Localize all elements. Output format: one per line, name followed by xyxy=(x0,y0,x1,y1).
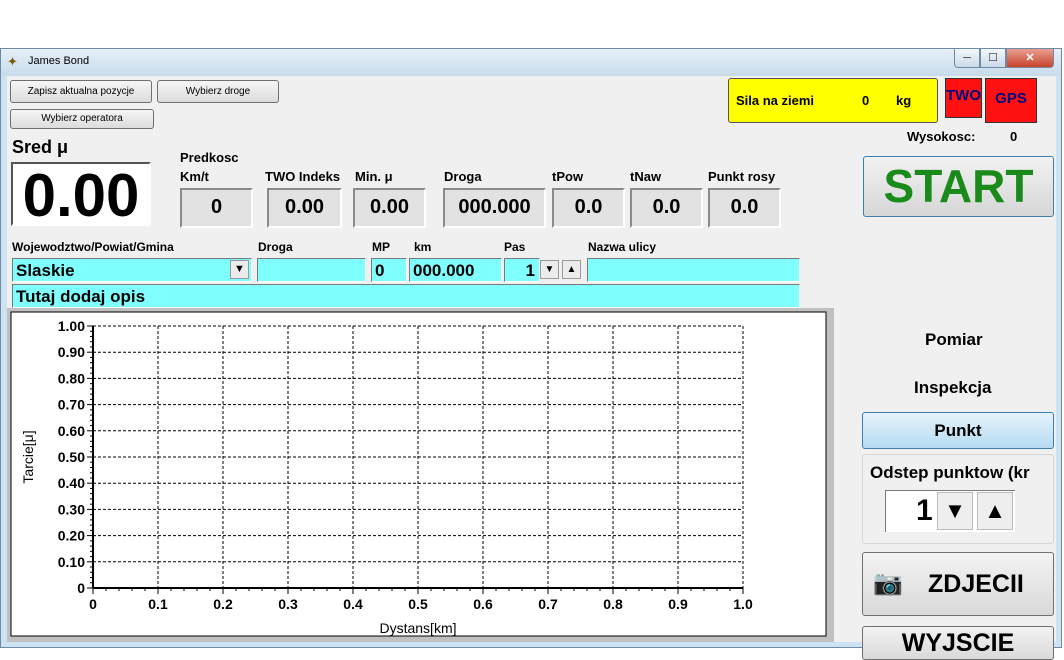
y-tick-label: 0.30 xyxy=(58,501,85,517)
y-tick-label: 0.70 xyxy=(58,397,85,413)
y-tick-label: 0.60 xyxy=(58,423,85,439)
region-dropdown-icon[interactable]: ▼ xyxy=(230,260,249,279)
ground-force-label: Sila na ziemi xyxy=(736,93,815,108)
street-label: Nazwa ulicy xyxy=(588,240,657,254)
ground-force-unit: kg xyxy=(896,93,912,108)
min-mu-label: Min. μ xyxy=(355,169,393,184)
choose-road-button[interactable]: Wybierz droge xyxy=(157,80,279,103)
region-select[interactable]: Slaskie xyxy=(12,258,252,282)
y-tick-label: 0.20 xyxy=(58,528,85,544)
x-tick-label: 0.8 xyxy=(603,596,623,612)
y-tick-label: 0 xyxy=(77,580,85,596)
x-tick-label: 0.5 xyxy=(408,596,428,612)
x-tick-label: 0 xyxy=(89,596,97,612)
spacing-label: Odstep punktow (kr xyxy=(870,463,1030,482)
choose-operator-button[interactable]: Wybierz operatora xyxy=(10,109,154,129)
app-icon: ✦ xyxy=(7,54,18,69)
distance-label: Droga xyxy=(444,169,482,184)
y-tick-label: 0.80 xyxy=(58,370,85,386)
two-index-value: 0.00 xyxy=(267,188,342,228)
region-select-value: Slaskie xyxy=(16,261,75,280)
two-index-label: TWO Indeks xyxy=(265,169,341,184)
ground-force-panel: Sila na ziemi 0 kg xyxy=(728,78,938,123)
speed-label-line1: Predkosc xyxy=(180,150,239,165)
title-bar: ✦ James Bond ─ ☐ ✕ xyxy=(1,49,1061,76)
y-tick-label: 0.90 xyxy=(58,344,85,360)
spacing-group: Odstep punktow (kr 1 ▼ ▲ xyxy=(862,454,1054,544)
road-label: Droga xyxy=(258,240,293,254)
lane-input[interactable]: 1 xyxy=(504,258,540,282)
photo-button[interactable]: 📷 ZDJECII xyxy=(862,552,1054,616)
x-axis-label: Dystans[km] xyxy=(379,620,456,636)
x-tick-label: 0.4 xyxy=(343,596,363,612)
road-input[interactable] xyxy=(257,258,366,282)
y-axis-label: Tarcie[μ] xyxy=(20,430,36,483)
sred-mu-label: Sred μ xyxy=(12,137,69,157)
km-label: km xyxy=(414,240,432,254)
app-window: ✦ James Bond ─ ☐ ✕ Zapisz aktualna pozyc… xyxy=(0,48,1062,660)
maximize-button[interactable]: ☐ xyxy=(980,49,1006,68)
y-tick-label: 0.50 xyxy=(58,449,85,465)
altitude-label: Wysokosc: xyxy=(907,129,976,144)
photo-button-label: ZDJECII xyxy=(928,570,1024,598)
y-tick-label: 0.10 xyxy=(58,554,85,570)
x-tick-label: 1.0 xyxy=(733,596,753,612)
chart-panel: 0 0.1 0.2 0.3 0.4 0.5 0.6 0.7 0.8 0.9 1.0 0 0.10 0.20… xyxy=(7,308,834,642)
lane-label: Pas xyxy=(504,240,526,254)
spacing-up-icon[interactable]: ▲ xyxy=(977,492,1013,530)
dew-point-label: Punkt rosy xyxy=(708,169,776,184)
distance-value: 000.000 xyxy=(443,188,546,228)
y-tick-label: 1.00 xyxy=(58,318,85,334)
x-tick-label: 0.6 xyxy=(473,596,493,612)
ground-force-value: 0 xyxy=(862,93,870,108)
sred-mu-value: 0.00 xyxy=(11,162,151,228)
tpow-label: tPow xyxy=(552,169,584,184)
x-tick-label: 0.1 xyxy=(148,596,168,612)
save-position-button[interactable]: Zapisz aktualna pozycje xyxy=(10,80,152,103)
exit-button[interactable]: WYJSCIE xyxy=(862,626,1054,660)
two-status-button[interactable]: TWO xyxy=(945,78,982,118)
tnaw-label: tNaw xyxy=(630,169,662,184)
camera-icon: 📷 xyxy=(873,570,903,597)
x-tick-label: 0.3 xyxy=(278,596,298,612)
x-tick-label: 0.9 xyxy=(668,596,688,612)
altitude-value: 0 xyxy=(1010,129,1018,144)
tnaw-value: 0.0 xyxy=(630,188,703,228)
x-tick-label: 0.7 xyxy=(538,596,558,612)
inspekcja-label: Inspekcja xyxy=(914,378,992,397)
speed-label-line2: Km/t xyxy=(180,169,209,184)
gps-status-button[interactable]: GPS xyxy=(985,78,1037,123)
km-input[interactable]: 000.000 xyxy=(409,258,502,282)
close-button[interactable]: ✕ xyxy=(1006,49,1054,68)
lane-down-icon[interactable]: ▼ xyxy=(540,260,559,279)
punkt-button[interactable]: Punkt xyxy=(862,412,1054,449)
min-mu-value: 0.00 xyxy=(353,188,426,228)
minimize-button[interactable]: ─ xyxy=(954,49,980,68)
mp-input[interactable]: 0 xyxy=(371,258,407,282)
spacing-down-icon[interactable]: ▼ xyxy=(937,492,973,530)
x-tick-label: 0.2 xyxy=(213,596,233,612)
y-tick-label: 0.40 xyxy=(58,475,85,491)
pomiar-label: Pomiar xyxy=(925,330,983,349)
window-title: James Bond xyxy=(28,55,90,67)
mp-label: MP xyxy=(372,240,390,254)
region-label: Wojewodztwo/Powiat/Gmina xyxy=(12,240,174,254)
description-input[interactable]: Tutaj dodaj opis xyxy=(12,284,800,308)
lane-up-icon[interactable]: ▲ xyxy=(562,260,581,279)
start-button[interactable]: START xyxy=(863,156,1054,217)
tpow-value: 0.0 xyxy=(552,188,625,228)
dew-point-value: 0.0 xyxy=(708,188,781,228)
client-area: Zapisz aktualna pozycje Wybierz droge Wy… xyxy=(7,76,1056,660)
friction-chart: 0 0.1 0.2 0.3 0.4 0.5 0.6 0.7 0.8 0.9 1.000.100.20… xyxy=(10,311,827,637)
speed-value: 0 xyxy=(180,188,253,228)
street-input[interactable] xyxy=(587,258,800,282)
